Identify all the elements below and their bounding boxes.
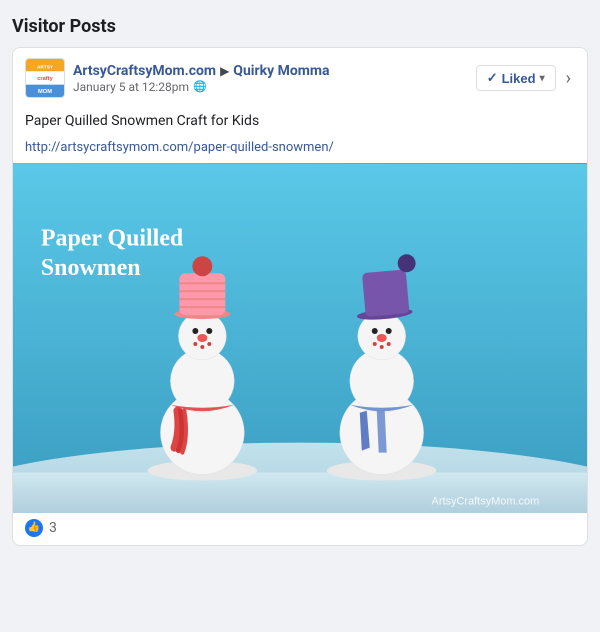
chevron-down-icon: ▾ — [540, 73, 545, 84]
globe-icon: 🌐 — [193, 80, 207, 93]
svg-text:ARTSY: ARTSY — [37, 65, 54, 71]
arrow-icon: ▶ — [220, 64, 229, 78]
post-image-wrapper[interactable]: Paper Quilled Snowmen ArtsyCraftsyMom.co… — [13, 163, 587, 513]
liked-check: ✓ — [487, 70, 498, 86]
liked-button[interactable]: ✓ Liked ▾ — [476, 65, 556, 91]
post-body: Paper Quilled Snowmen Craft for Kids htt… — [13, 108, 587, 163]
post-meta: ArtsyCraftsyMom.com ▶ Quirky Momma Janua… — [73, 63, 330, 94]
post-text: Paper Quilled Snowmen Craft for Kids — [25, 112, 575, 132]
svg-text:crafty: crafty — [37, 76, 53, 82]
post-author-line: ArtsyCraftsyMom.com ▶ Quirky Momma — [73, 63, 330, 79]
svg-text:MOM: MOM — [38, 89, 52, 95]
avatar[interactable]: ARTSY crafty MOM — [25, 58, 65, 98]
more-options-icon[interactable]: › — [562, 66, 575, 91]
post-image-canvas: Paper Quilled Snowmen ArtsyCraftsyMom.co… — [13, 163, 587, 513]
liked-label: Liked — [502, 71, 536, 86]
author-name[interactable]: ArtsyCraftsyMom.com — [73, 63, 216, 79]
post-card: ARTSY crafty MOM ArtsyCraftsyMom.com ▶ Q… — [12, 47, 588, 546]
svg-text:ArtsyCraftsyMom.com: ArtsyCraftsyMom.com — [432, 495, 540, 507]
post-header-right: ✓ Liked ▾ › — [476, 65, 575, 91]
like-icon: 👍 — [25, 519, 43, 537]
section-title: Visitor Posts — [12, 10, 588, 47]
reaction-count: 3 — [49, 520, 57, 536]
svg-text:Snowmen: Snowmen — [41, 255, 141, 281]
post-header-left: ARTSY crafty MOM ArtsyCraftsyMom.com ▶ Q… — [25, 58, 330, 98]
post-link[interactable]: http://artsycraftsymom.com/paper-quilled… — [25, 140, 334, 155]
timestamp-text: January 5 at 12:28pm — [73, 80, 189, 94]
post-header: ARTSY crafty MOM ArtsyCraftsyMom.com ▶ Q… — [13, 48, 587, 108]
page-name[interactable]: Quirky Momma — [233, 63, 329, 79]
post-reactions: 👍 3 — [13, 513, 587, 545]
svg-text:Paper Quilled: Paper Quilled — [41, 225, 184, 251]
page-wrapper: Visitor Posts ARTSY cr — [0, 0, 600, 632]
post-timestamp: January 5 at 12:28pm 🌐 — [73, 80, 330, 94]
